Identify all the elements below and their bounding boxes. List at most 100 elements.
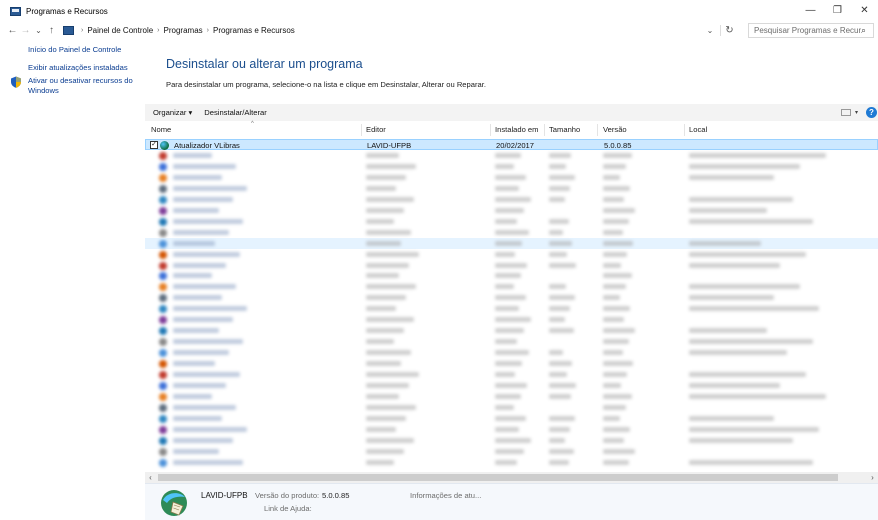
blurred-cell	[495, 382, 528, 388]
view-options-icon[interactable]	[840, 109, 851, 116]
blurred-cell	[603, 306, 630, 312]
table-row[interactable]	[145, 227, 878, 238]
table-row-selected[interactable]: ✓ Atualizador VLibras LAVID-UFPB 20/02/2…	[145, 139, 878, 150]
sidebar-link-control-panel-home[interactable]: Início do Painel de Controle	[0, 45, 145, 55]
table-row[interactable]	[145, 216, 878, 227]
breadcrumb-programs[interactable]: Programas	[164, 26, 203, 35]
blurred-cell	[603, 163, 626, 169]
row-checkbox[interactable]: ✓	[150, 141, 158, 149]
column-divider[interactable]	[684, 124, 685, 136]
scroll-right-button[interactable]: ›	[867, 472, 878, 483]
table-row[interactable]	[145, 380, 878, 391]
close-button[interactable]: ✕	[851, 0, 878, 22]
column-divider[interactable]	[490, 124, 491, 136]
table-row[interactable]	[145, 314, 878, 325]
table-row[interactable]	[145, 161, 878, 172]
table-row[interactable]	[145, 435, 878, 446]
blurred-cell	[495, 393, 521, 399]
maximize-button[interactable]: ❐	[824, 0, 851, 22]
up-button[interactable]: ↑	[45, 25, 58, 36]
recent-locations-button[interactable]: ⌄	[32, 26, 45, 35]
table-row[interactable]	[145, 260, 878, 271]
view-dropdown-button[interactable]: ▾	[855, 109, 858, 116]
column-header-name[interactable]: Nome	[151, 125, 171, 134]
blurred-cell	[366, 153, 399, 158]
program-list[interactable]: ✓ Atualizador VLibras LAVID-UFPB 20/02/2…	[145, 139, 878, 472]
table-row[interactable]	[145, 183, 878, 194]
back-button[interactable]: ←	[6, 25, 19, 36]
program-icon	[159, 436, 167, 445]
column-header-installed-on[interactable]: Instalado em	[495, 125, 538, 134]
search-input[interactable]: Pesquisar Programas e Recurs... ⌕	[748, 23, 874, 38]
table-row[interactable]	[145, 391, 878, 402]
blurred-cell	[366, 218, 394, 224]
blurred-cell	[173, 273, 212, 279]
program-icon	[159, 152, 167, 160]
breadcrumb-programs-and-features[interactable]: Programas e Recursos	[213, 26, 295, 35]
table-row[interactable]	[145, 194, 878, 205]
refresh-button[interactable]: ↻	[720, 25, 738, 36]
column-header-size[interactable]: Tamanho	[549, 125, 580, 134]
sidebar-link-windows-features[interactable]: Ativar ou desativar recursos do Windows	[0, 76, 145, 95]
blurred-cell	[173, 328, 219, 334]
table-row[interactable]	[145, 413, 878, 424]
program-installed-on: 20/02/2017	[496, 141, 535, 150]
table-row[interactable]	[145, 292, 878, 303]
forward-button[interactable]: →	[19, 25, 32, 36]
address-dropdown-button[interactable]: ⌄	[700, 26, 720, 35]
scroll-left-button[interactable]: ‹	[145, 472, 156, 483]
blurred-cell	[495, 262, 528, 268]
table-row[interactable]	[145, 358, 878, 369]
program-icon	[159, 392, 167, 401]
table-row[interactable]	[145, 402, 878, 413]
blurred-cell	[495, 295, 526, 301]
table-row[interactable]	[145, 205, 878, 216]
blurred-cell	[495, 459, 518, 465]
breadcrumb-separator: ›	[81, 27, 84, 34]
blurred-cell	[173, 240, 215, 246]
blurred-cell	[366, 372, 419, 377]
table-row[interactable]	[145, 150, 878, 161]
sidebar-link-installed-updates[interactable]: Exibir atualizações instaladas	[0, 63, 145, 73]
column-header-publisher[interactable]: Editor	[366, 125, 386, 134]
column-header-version[interactable]: Versão	[603, 125, 627, 134]
table-row[interactable]	[145, 424, 878, 435]
table-row[interactable]	[145, 446, 878, 457]
blurred-cell	[495, 306, 519, 312]
table-row[interactable]	[145, 172, 878, 183]
column-divider[interactable]	[544, 124, 545, 136]
details-pane: LAVID-UFPB Versão do produto: 5.0.0.85 I…	[145, 483, 878, 520]
organize-button[interactable]: Organizar ▾	[153, 108, 192, 117]
table-row[interactable]	[145, 237, 878, 249]
blurred-cell	[689, 153, 826, 158]
table-row[interactable]	[145, 270, 878, 281]
breadcrumb-control-panel[interactable]: Painel de Controle	[87, 26, 153, 35]
horizontal-scrollbar[interactable]: ‹ ›	[145, 472, 878, 483]
blurred-cell	[366, 350, 411, 356]
table-row[interactable]	[145, 347, 878, 358]
table-row[interactable]	[145, 325, 878, 336]
column-header-location[interactable]: Local	[689, 125, 707, 134]
help-icon[interactable]: ?	[866, 107, 877, 118]
uninstall-change-button[interactable]: Desinstalar/Alterar	[204, 108, 266, 117]
minimize-button[interactable]: —	[797, 0, 824, 22]
column-divider[interactable]	[361, 124, 362, 136]
table-row[interactable]	[145, 281, 878, 292]
table-row[interactable]	[145, 369, 878, 380]
table-row[interactable]	[145, 249, 878, 260]
blurred-cell	[495, 339, 518, 345]
table-row[interactable]	[145, 336, 878, 347]
blurred-cell	[495, 404, 514, 410]
table-row[interactable]	[145, 303, 878, 314]
scrollbar-thumb[interactable]	[158, 474, 838, 481]
column-headers: ^ Nome Editor Instalado em Tamanho Versã…	[145, 121, 878, 139]
table-row[interactable]	[145, 457, 878, 468]
column-divider[interactable]	[597, 124, 598, 136]
breadcrumb-separator: ›	[157, 27, 160, 34]
program-icon	[159, 173, 167, 182]
blurred-cell	[689, 306, 819, 312]
blurred-cell	[173, 163, 236, 169]
blurred-cell	[366, 251, 419, 257]
blurred-cell	[366, 361, 401, 367]
blurred-cell	[173, 361, 215, 367]
